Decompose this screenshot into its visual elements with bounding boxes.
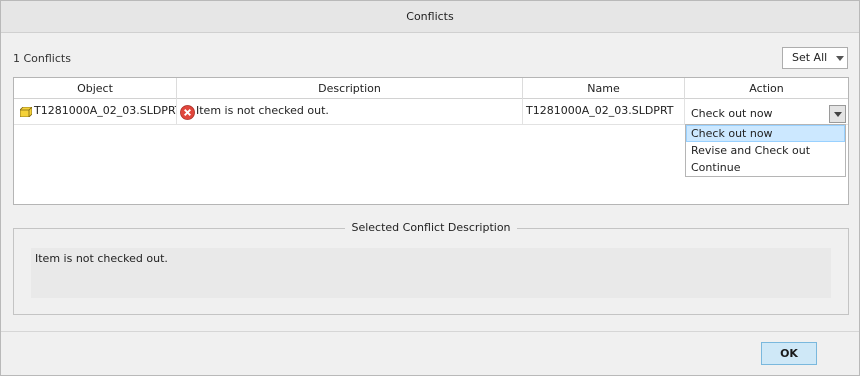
object-cell[interactable]: T1281000A_02_03.SLDPRT <box>14 99 177 125</box>
error-icon <box>180 105 195 120</box>
action-combo[interactable]: Check out now <box>685 104 847 124</box>
dropdown-option-revise-and-check-out[interactable]: Revise and Check out <box>686 142 845 159</box>
dropdown-option-check-out-now[interactable]: Check out now <box>686 125 845 142</box>
column-header-name[interactable]: Name <box>523 78 685 99</box>
set-all-dropdown[interactable]: Set All <box>782 47 848 69</box>
set-all-label: Set All <box>792 51 828 64</box>
table-row[interactable]: T1281000A_02_03.SLDPRT Item is not check… <box>14 99 848 125</box>
selected-conflict-description-group: Selected Conflict Description Item is no… <box>13 221 849 315</box>
column-header-action[interactable]: Action <box>685 78 848 99</box>
chevron-down-icon <box>834 112 842 117</box>
group-title: Selected Conflict Description <box>345 221 517 234</box>
description-text: Item is not checked out. <box>196 104 329 117</box>
action-combo-value: Check out now <box>691 107 773 120</box>
action-combo-button[interactable] <box>829 105 846 123</box>
footer-divider <box>1 331 859 332</box>
object-name: T1281000A_02_03.SLDPRT <box>34 104 177 117</box>
name-cell[interactable]: T1281000A_02_03.SLDPRT <box>523 99 685 125</box>
dialog-title: Conflicts <box>1 1 859 33</box>
chevron-down-icon <box>836 56 844 61</box>
conflict-count-label: 1 Conflicts <box>13 52 71 65</box>
column-header-object[interactable]: Object <box>14 78 177 99</box>
conflicts-dialog: Conflicts 1 Conflicts Set All Object Des… <box>0 0 860 376</box>
part-icon <box>20 107 32 117</box>
column-header-description[interactable]: Description <box>177 78 523 99</box>
action-dropdown-list: Check out now Revise and Check out Conti… <box>685 124 846 177</box>
selected-description-text: Item is not checked out. <box>31 248 831 298</box>
table-header: Object Description Name Action <box>14 78 848 99</box>
dropdown-option-continue[interactable]: Continue <box>686 159 845 176</box>
description-cell[interactable]: Item is not checked out. <box>177 99 523 125</box>
ok-button[interactable]: OK <box>761 342 817 365</box>
